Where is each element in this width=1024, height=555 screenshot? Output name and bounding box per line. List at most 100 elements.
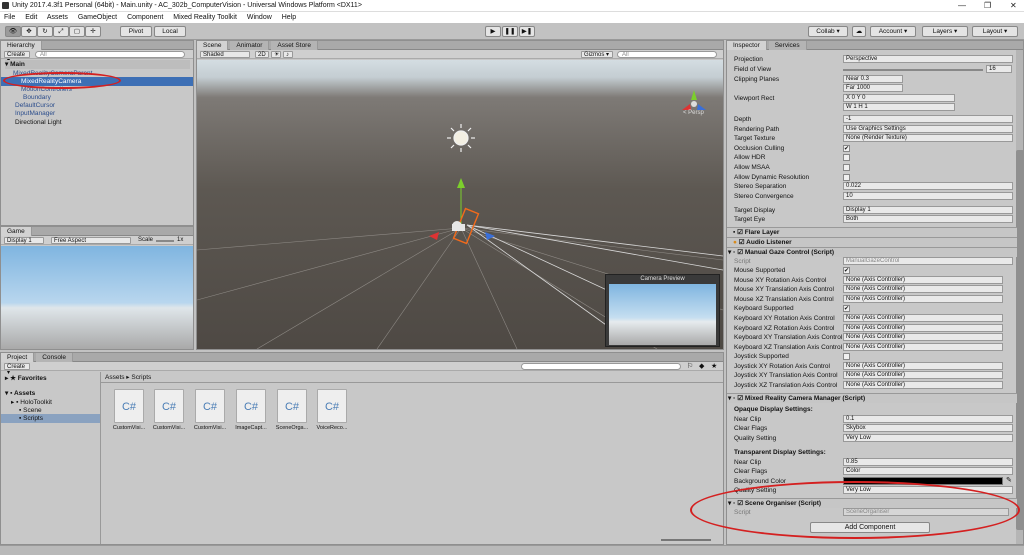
mrcm-header[interactable]: ▾ ▫ ☑ Mixed Reality Camera Manager (Scri… xyxy=(727,393,1017,403)
manual-gaze-control-header[interactable]: ▾ ▫ ☑ Manual Gaze Control (Script) xyxy=(727,247,1017,257)
project-create-dropdown[interactable]: Create ▾ xyxy=(4,363,30,376)
joystick-supported-checkbox[interactable] xyxy=(843,353,850,360)
project-breadcrumb[interactable]: Assets ▸ Scripts xyxy=(105,373,151,382)
scene-view[interactable]: < Persp Camera Preview xyxy=(197,60,723,349)
layout-dropdown[interactable]: Layout ▾ xyxy=(972,26,1018,37)
menu-mixed-reality-toolkit[interactable]: Mixed Reality Toolkit xyxy=(173,14,237,21)
fov-value[interactable]: 16 xyxy=(986,65,1012,73)
far-clip-field[interactable]: Far 1000 xyxy=(843,84,903,92)
axis-controller-field[interactable]: None (Axis Controller) xyxy=(843,381,1003,389)
opaque-near-clip-field[interactable]: 0.1 xyxy=(843,415,1013,423)
axis-controller-field[interactable]: None (Axis Controller) xyxy=(843,362,1003,370)
rendering-path-dropdown[interactable]: Use Graphics Settings xyxy=(843,125,1013,133)
aspect-dropdown[interactable]: Free Aspect xyxy=(51,237,131,244)
shading-dropdown[interactable]: Shaded xyxy=(200,51,250,58)
play-button[interactable]: ▶ xyxy=(485,26,501,37)
menu-help[interactable]: Help xyxy=(282,14,296,21)
cloud-icon[interactable]: ☁ xyxy=(852,26,866,37)
axis-controller-field[interactable]: None (Axis Controller) xyxy=(843,343,1003,351)
collab-button[interactable]: Collab ▾ xyxy=(808,26,848,37)
axis-controller-field[interactable]: None (Axis Controller) xyxy=(843,295,1003,303)
foldout-arrow-icon[interactable]: ▾ xyxy=(728,249,731,256)
projection-dropdown[interactable]: Perspective xyxy=(843,55,1013,63)
axis-controller-field[interactable]: None (Axis Controller) xyxy=(843,276,1003,284)
lighting-icon[interactable]: ☀ xyxy=(271,51,281,58)
transparent-near-clip-field[interactable]: 0.85 xyxy=(843,458,1013,466)
tab-animator[interactable]: Animator xyxy=(230,41,270,50)
assets-folder[interactable]: ▾ ▪ Assets xyxy=(5,389,35,398)
local-toggle[interactable]: Local xyxy=(154,26,186,37)
game-view[interactable] xyxy=(1,246,193,349)
opaque-quality-dropdown[interactable]: Very Low xyxy=(843,434,1013,442)
axis-controller-field[interactable]: None (Axis Controller) xyxy=(843,324,1003,332)
hierarchy-item[interactable]: InputManager xyxy=(15,109,55,118)
scale-slider[interactable] xyxy=(156,240,174,242)
display-dropdown[interactable]: Display 1 xyxy=(4,237,44,244)
stereo-separation-field[interactable]: 0.022 xyxy=(843,182,1013,190)
favorite-star-icon[interactable]: ★ xyxy=(711,362,717,370)
hierarchy-create-dropdown[interactable]: Create ▾ xyxy=(4,51,30,64)
filter-label-icon[interactable]: ◆ xyxy=(699,362,704,370)
hierarchy-item[interactable]: Directional Light xyxy=(15,118,62,127)
component-enabled-checkbox[interactable]: ☑ xyxy=(739,239,745,246)
allow-dynamic-resolution-checkbox[interactable] xyxy=(843,174,850,181)
csharp-file-icon[interactable]: C# xyxy=(277,389,307,423)
opaque-clear-flags-dropdown[interactable]: Skybox xyxy=(843,424,1013,432)
scene-root-main[interactable]: ▾ Main xyxy=(5,60,190,69)
audio-icon[interactable]: ♪ xyxy=(283,51,293,58)
folder-scripts-selected[interactable]: ▪ Scripts xyxy=(1,414,100,423)
tab-services[interactable]: Services xyxy=(768,41,807,50)
depth-field[interactable]: -1 xyxy=(843,115,1013,123)
axis-controller-field[interactable]: None (Axis Controller) xyxy=(843,285,1003,293)
audio-listener-header[interactable]: ● ☑ Audio Listener xyxy=(727,237,1017,247)
menu-assets[interactable]: Assets xyxy=(47,14,68,21)
inspector-scrollbar[interactable] xyxy=(1016,50,1023,544)
viewport-wh-field[interactable]: W 1 H 1 xyxy=(843,103,955,111)
target-display-dropdown[interactable]: Display 1 xyxy=(843,206,1013,214)
flare-layer-header[interactable]: ▪ ☑ Flare Layer xyxy=(727,227,1017,237)
fov-slider[interactable] xyxy=(843,69,983,71)
menu-file[interactable]: File xyxy=(4,14,15,21)
keyboard-supported-checkbox[interactable]: ✔ xyxy=(843,305,850,312)
menu-gameobject[interactable]: GameObject xyxy=(78,14,117,21)
allow-hdr-checkbox[interactable] xyxy=(843,154,850,161)
filter-type-icon[interactable]: ⚐ xyxy=(687,362,693,370)
pivot-toggle[interactable]: Pivot xyxy=(120,26,152,37)
csharp-file-icon[interactable]: C# xyxy=(195,389,225,423)
minimize-button[interactable]: — xyxy=(958,1,966,10)
component-enabled-checkbox[interactable]: ☑ xyxy=(737,249,743,256)
tab-project[interactable]: Project xyxy=(1,353,35,362)
tab-console[interactable]: Console xyxy=(36,353,74,362)
mouse-supported-checkbox[interactable]: ✔ xyxy=(843,267,850,274)
close-button[interactable]: ✕ xyxy=(1010,1,1017,10)
maximize-button[interactable]: ❐ xyxy=(984,1,991,10)
persp-label[interactable]: < Persp xyxy=(683,110,704,116)
move-tool-icon[interactable]: ✥ xyxy=(21,26,37,37)
tab-game[interactable]: Game xyxy=(1,227,32,236)
component-enabled-checkbox[interactable]: ☑ xyxy=(737,395,743,402)
near-clip-field[interactable]: Near 0.3 xyxy=(843,75,903,83)
pause-button[interactable]: ❚❚ xyxy=(502,26,518,37)
stereo-convergence-field[interactable]: 10 xyxy=(843,192,1013,200)
allow-msaa-checkbox[interactable] xyxy=(843,164,850,171)
icon-size-slider[interactable] xyxy=(661,539,711,541)
tab-inspector[interactable]: Inspector xyxy=(727,41,767,50)
rotate-tool-icon[interactable]: ↻ xyxy=(37,26,53,37)
favorites-folder[interactable]: ▸ ★ Favorites xyxy=(5,374,47,383)
hierarchy-search-input[interactable]: All xyxy=(35,51,185,58)
eyedropper-icon[interactable]: ✎ xyxy=(1006,476,1012,484)
menu-edit[interactable]: Edit xyxy=(25,14,37,21)
occlusion-culling-checkbox[interactable]: ✔ xyxy=(843,145,850,152)
axis-controller-field[interactable]: None (Axis Controller) xyxy=(843,333,1003,341)
hand-tool-icon[interactable]: 👁 xyxy=(5,26,21,37)
account-dropdown[interactable]: Account ▾ xyxy=(870,26,916,37)
gizmos-dropdown[interactable]: Gizmos ▾ xyxy=(581,51,613,58)
transform-tool-icon[interactable]: ✛ xyxy=(85,26,101,37)
step-button[interactable]: ▶❚ xyxy=(519,26,535,37)
component-enabled-checkbox[interactable]: ☑ xyxy=(737,229,743,236)
layers-dropdown[interactable]: Layers ▾ xyxy=(922,26,968,37)
csharp-file-icon[interactable]: C# xyxy=(236,389,266,423)
csharp-file-icon[interactable]: C# xyxy=(317,389,347,423)
rect-tool-icon[interactable]: ▢ xyxy=(69,26,85,37)
scale-tool-icon[interactable]: ⤢ xyxy=(53,26,69,37)
